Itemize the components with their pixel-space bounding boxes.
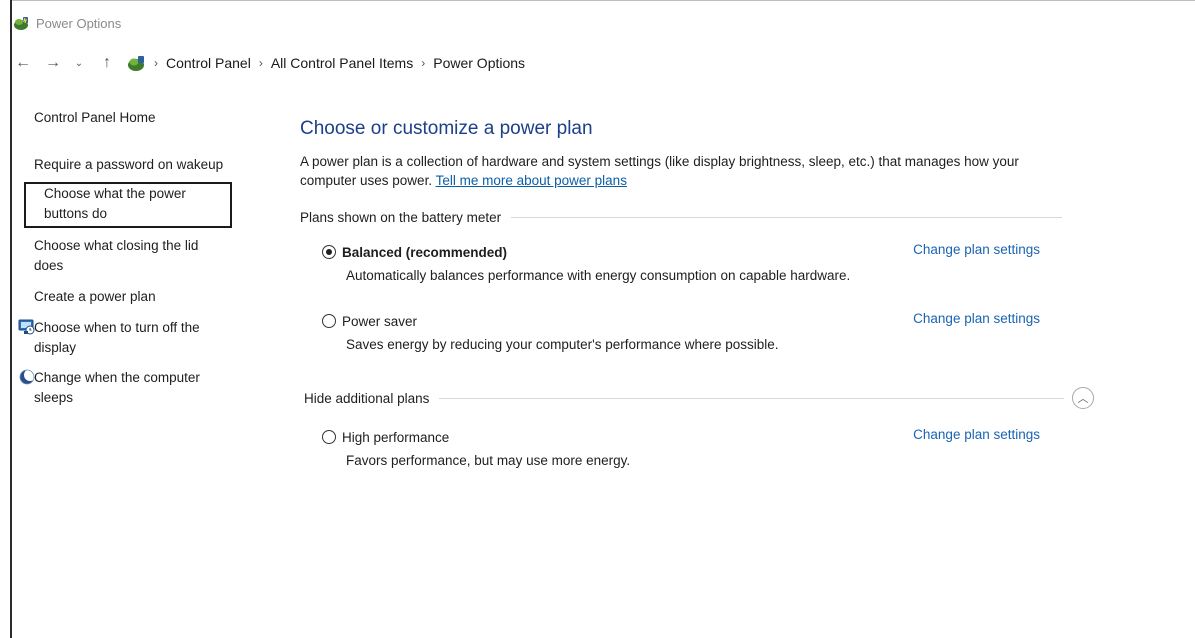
sidebar-item-closing-lid[interactable]: Choose what closing the lid does <box>34 236 198 276</box>
sidebar-item-label: does <box>34 258 64 273</box>
page-description: A power plan is a collection of hardware… <box>300 152 1070 190</box>
description-text: A power plan is a collection of hardware… <box>300 154 1019 188</box>
forward-arrow-icon: → <box>45 54 61 71</box>
sidebar-item-turn-off-display[interactable]: Choose when to turn off the display <box>34 318 200 358</box>
sidebar-item-label: Create a power plan <box>34 289 156 304</box>
address-bar: ← → ⌄ ↑ › Control Panel › All Control Pa… <box>12 50 1195 76</box>
back-arrow-icon: ← <box>15 54 31 71</box>
chevron-down-icon: ⌄ <box>74 57 84 69</box>
back-button[interactable]: ← <box>12 52 34 74</box>
sidebar-item-label: sleeps <box>34 390 74 405</box>
tell-me-more-link[interactable]: Tell me more about power plans <box>436 173 627 188</box>
sidebar-item-label: display <box>34 340 77 355</box>
breadcrumb-all-items[interactable]: All Control Panel Items <box>267 55 417 71</box>
recent-locations-button[interactable]: ⌄ <box>72 52 86 74</box>
plan-description: Favors performance, but may use more ene… <box>346 453 631 468</box>
group-divider <box>511 217 1062 218</box>
group-divider <box>439 397 1064 399</box>
battery-meter-group-header: Plans shown on the battery meter <box>300 210 1062 225</box>
window-top-border <box>10 0 1195 1</box>
plan-name[interactable]: Power saver <box>342 314 417 329</box>
plan-name[interactable]: High performance <box>342 430 449 445</box>
plan-name[interactable]: Balanced (recommended) <box>342 245 507 260</box>
sidebar-item-password-wakeup[interactable]: Require a password on wakeup <box>34 155 223 175</box>
sidebar-item-label: Choose what the power <box>44 186 186 201</box>
breadcrumb-separator-icon: › <box>154 56 158 70</box>
collapse-plans-button[interactable]: ︿ <box>1072 387 1094 409</box>
sidebar-item-label: Choose what closing the lid <box>34 238 199 253</box>
breadcrumb-control-panel[interactable]: Control Panel <box>162 55 255 71</box>
up-arrow-icon: ↑ <box>103 54 111 71</box>
forward-button[interactable]: → <box>42 52 64 74</box>
sidebar-item-computer-sleeps[interactable]: Change when the computer sleeps <box>34 368 200 408</box>
sidebar-item-label: Require a password on wakeup <box>34 157 224 172</box>
plan-power-saver: Power saver Change plan settings Saves e… <box>322 311 1052 352</box>
sidebar-item-label: buttons do <box>44 206 108 221</box>
plan-description: Saves energy by reducing your computer's… <box>346 337 779 352</box>
sidebar-item-create-plan[interactable]: Create a power plan <box>34 287 156 307</box>
title-bar: Power Options <box>12 10 121 36</box>
up-button[interactable]: ↑ <box>96 52 118 74</box>
breadcrumb: › Control Panel › All Control Panel Item… <box>126 53 529 73</box>
change-plan-settings-link[interactable]: Change plan settings <box>913 311 1040 326</box>
plan-power-saver-radio[interactable] <box>322 314 336 328</box>
plan-high-performance-radio[interactable] <box>322 430 336 444</box>
change-plan-settings-link[interactable]: Change plan settings <box>913 427 1040 442</box>
breadcrumb-power-options[interactable]: Power Options <box>429 55 529 71</box>
plan-balanced: Balanced (recommended) Change plan setti… <box>322 242 1052 283</box>
power-options-window: Power Options ← → ⌄ ↑ › Control Panel › … <box>0 0 1195 638</box>
sidebar-item-power-buttons[interactable]: Choose what the power buttons do <box>24 182 232 228</box>
group-label: Plans shown on the battery meter <box>300 210 502 225</box>
additional-plans-group-header: Hide additional plans ︿ <box>304 387 1094 409</box>
control-panel-icon <box>128 56 144 71</box>
chevron-up-icon: ︿ <box>1077 393 1089 405</box>
group-label[interactable]: Hide additional plans <box>304 391 429 406</box>
power-options-icon <box>14 17 28 30</box>
sidebar-control-panel-home[interactable]: Control Panel Home <box>34 108 156 128</box>
breadcrumb-separator-icon: › <box>421 56 426 70</box>
breadcrumb-separator-icon: › <box>258 56 263 70</box>
sidebar-item-label: Change when the computer <box>34 370 200 385</box>
page-title: Choose or customize a power plan <box>300 118 593 139</box>
window-title: Power Options <box>36 15 122 31</box>
change-plan-settings-link[interactable]: Change plan settings <box>913 242 1040 257</box>
plan-high-performance: High performance Change plan settings Fa… <box>322 427 1052 468</box>
window-left-border <box>10 0 12 638</box>
sidebar-item-label: Choose when to turn off the <box>34 320 200 335</box>
plan-balanced-radio[interactable] <box>322 245 336 259</box>
plan-description: Automatically balances performance with … <box>346 268 851 283</box>
